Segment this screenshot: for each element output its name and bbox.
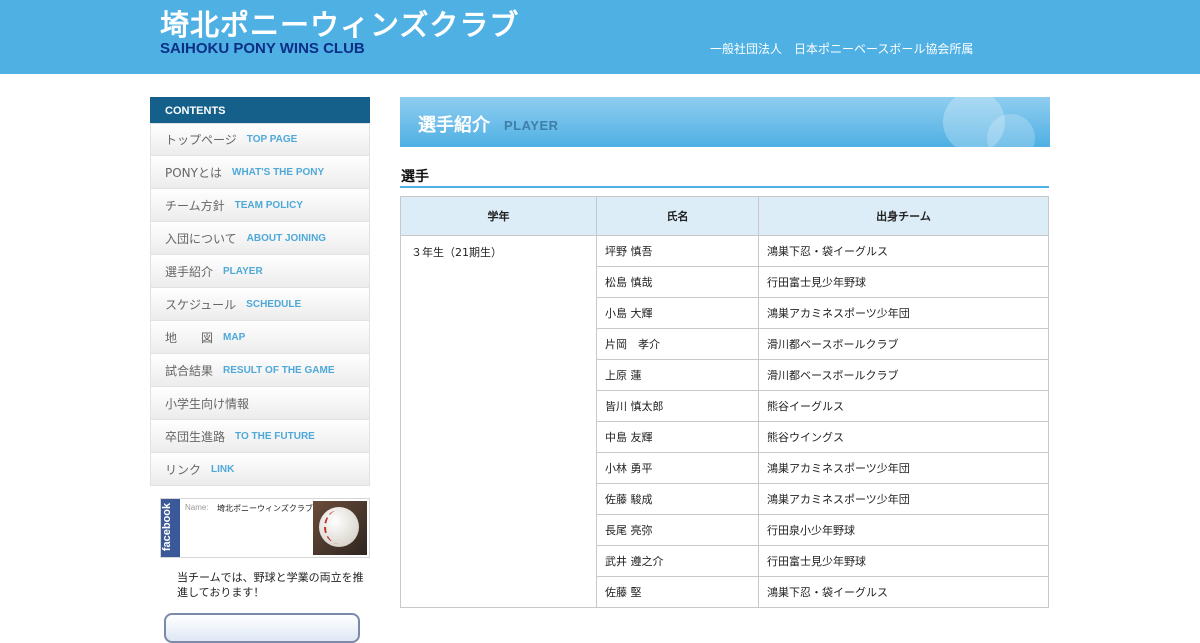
facebook-logo-icon: facebook [161, 499, 180, 557]
sidebar-item-sublabel: PLAYER [223, 265, 263, 277]
player-name-cell: 佐藤 駿成 [596, 483, 759, 515]
player-team-cell: 行田泉小少年野球 [758, 514, 1049, 546]
section-divider [400, 186, 1049, 188]
facebook-page-name: 埼北ポニーウィンズクラブ [217, 504, 313, 513]
sidebar-item-label: 選手紹介 [165, 264, 214, 279]
player-table: 学年 氏名 出身チーム ３年生（21期生） 坪野 慎吾 鴻巣下忍・袋イーグルス 松島 … [400, 196, 1049, 608]
contents-heading: CONTENTS [150, 97, 370, 123]
player-name-cell: 松島 慎哉 [596, 266, 759, 298]
baseball-photo [313, 501, 367, 555]
sidebar-item-label: チーム方針 [165, 198, 225, 213]
sidebar-item-label: PONYとは [165, 165, 222, 180]
page-title-en: PLAYER [504, 118, 559, 133]
promo-banner[interactable] [164, 613, 360, 643]
sidebar-item-sublabel: TO THE FUTURE [235, 430, 315, 442]
player-team-cell: 熊谷イーグルス [758, 390, 1049, 422]
table-row: ３年生（21期生） 坪野 慎吾 鴻巣下忍・袋イーグルス [400, 235, 1049, 608]
sidebar-item-sublabel: TOP PAGE [246, 134, 298, 145]
site-subtitle: SAIHOKU PONY WINS CLUB [160, 40, 365, 57]
player-team-cell: 鴻巣下忍・袋イーグルス [758, 576, 1049, 608]
sidebar-item-player[interactable]: 選手紹介 PLAYER [150, 255, 370, 288]
column-header-grade: 学年 [400, 196, 597, 236]
sidebar-item-sublabel: MAP [223, 331, 246, 343]
player-name-cell: 坪野 慎吾 [596, 235, 759, 267]
player-team-cell: 鴻巣アカミネスポーツ少年団 [758, 452, 1049, 484]
sidebar-nav: トップページ TOP PAGE PONYとは WHAT'S THE PONY チーム… [150, 123, 370, 486]
player-team-cell: 行田富士見少年野球 [758, 266, 1049, 298]
player-team-cell: 行田富士見少年野球 [758, 545, 1049, 577]
grade-cell: ３年生（21期生） [400, 235, 597, 608]
player-name-cell: 長尾 亮弥 [596, 514, 759, 546]
sidebar-item-sublabel: SCHEDULE [246, 298, 302, 310]
player-team-cell: 鴻巣下忍・袋イーグルス [758, 235, 1049, 267]
player-team-cell: 鴻巣アカミネスポーツ少年団 [758, 483, 1049, 515]
baseball-icon [319, 507, 359, 547]
sidebar-item-results[interactable]: 試合結果 RESULT OF THE GAME [150, 354, 370, 387]
sidebar-item-map[interactable]: 地 図 MAP [150, 321, 370, 354]
sidebar-item-label: リンク [165, 462, 202, 477]
sidebar: CONTENTS トップページ TOP PAGE PONYとは WHAT'S THE… [150, 97, 370, 643]
player-team-cell: 熊谷ウイングス [758, 421, 1049, 453]
player-name-cell: 上原 蓮 [596, 359, 759, 391]
sidebar-item-label: 小学生向け情報 [165, 396, 250, 411]
sidebar-item-sublabel: ABOUT JOINING [246, 232, 327, 244]
player-name-cell: 片岡 孝介 [596, 328, 759, 360]
sidebar-item-sublabel: LINK [211, 463, 235, 475]
player-team-cell: 鴻巣アカミネスポーツ少年団 [758, 297, 1049, 329]
player-name-cell: 小林 勇平 [596, 452, 759, 484]
player-team-cell: 滑川都ベースボールクラブ [758, 359, 1049, 391]
sidebar-item-label: トップページ [165, 133, 237, 147]
sidebar-item-label: 地 図 [165, 330, 214, 345]
sidebar-item-whats-pony[interactable]: PONYとは WHAT'S THE PONY [150, 156, 370, 189]
player-name-cell: 武井 遵之介 [596, 545, 759, 577]
sidebar-item-future[interactable]: 卒団生進路 TO THE FUTURE [150, 420, 370, 453]
sidebar-item-label: スケジュール [165, 297, 237, 312]
column-header-team: 出身チーム [758, 196, 1049, 236]
sidebar-item-top-page[interactable]: トップページ TOP PAGE [150, 123, 370, 156]
site-title[interactable]: 埼北ポニーウィンズクラブ [160, 2, 519, 44]
player-name-cell: 中島 友輝 [596, 421, 759, 453]
sidebar-item-label: 試合結果 [165, 363, 214, 378]
player-name-cell: 皆川 慎太郎 [596, 390, 759, 422]
player-name-cell: 小島 大輝 [596, 297, 759, 329]
sidebar-item-link[interactable]: リンク LINK [150, 453, 370, 486]
org-affiliation: 一般社団法人 日本ポニーベースボール協会所属 [710, 42, 974, 56]
page-heading-bar: 選手紹介 PLAYER [400, 97, 1050, 147]
facebook-name-label: Name: [185, 503, 209, 512]
sidebar-item-sublabel: WHAT'S THE PONY [232, 166, 325, 178]
table-header-row: 学年 氏名 出身チーム [400, 196, 1049, 236]
section-title: 選手 [401, 169, 429, 185]
sidebar-item-schedule[interactable]: スケジュール SCHEDULE [150, 288, 370, 321]
page-title: 選手紹介 [418, 115, 490, 136]
sidebar-item-label: 入団について [165, 231, 237, 246]
column-header-name: 氏名 [596, 196, 759, 236]
site-header: 埼北ポニーウィンズクラブ SAIHOKU PONY WINS CLUB 一般社団… [0, 0, 1200, 74]
sidebar-item-elementary-info[interactable]: 小学生向け情報 [150, 387, 370, 420]
sidebar-item-team-policy[interactable]: チーム方針 TEAM POLICY [150, 189, 370, 222]
main-content: 選手紹介 PLAYER 選手 学年 氏名 出身チーム ３年生（21期生） 坪野 慎… [400, 97, 1050, 608]
promo-text: 当チームでは、野球と学業の両立を推進しております！ [177, 571, 364, 599]
player-team-cell: 滑川都ベースボールクラブ [758, 328, 1049, 360]
facebook-badge[interactable]: facebook Name: 埼北ポニーウィンズクラブ [160, 498, 370, 558]
player-name-cell: 佐藤 堅 [596, 576, 759, 608]
sidebar-item-sublabel: TEAM POLICY [234, 199, 303, 211]
sidebar-item-about-joining[interactable]: 入団について ABOUT JOINING [150, 222, 370, 255]
sidebar-item-sublabel: RESULT OF THE GAME [223, 364, 335, 376]
sidebar-item-label: 卒団生進路 [165, 429, 226, 444]
